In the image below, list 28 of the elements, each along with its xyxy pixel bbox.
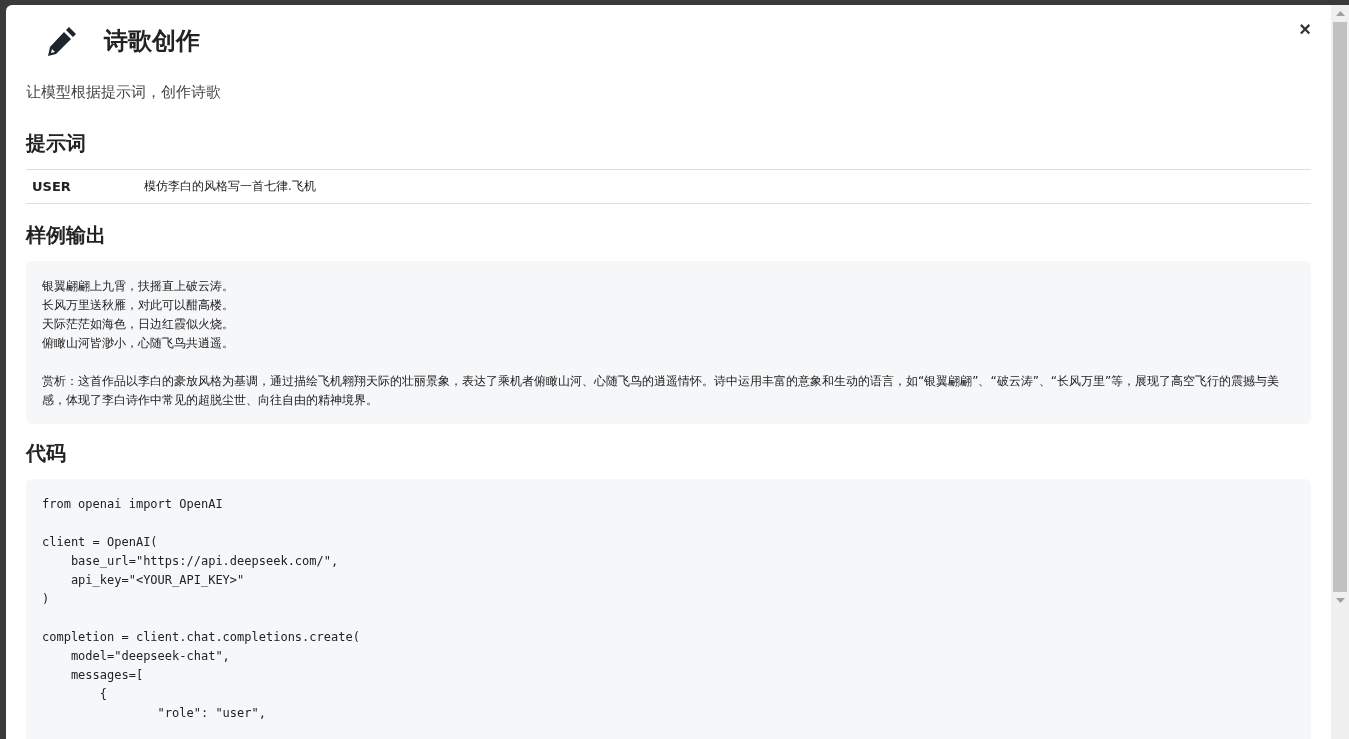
code-line: messages=[ [69,668,144,682]
code-line: ) [42,592,50,606]
close-button[interactable]: × [1295,19,1315,39]
scroll-up-icon[interactable] [1335,11,1345,16]
section-heading: 代码 [26,440,67,467]
section-heading: 样例输出 [26,222,107,249]
scrollbar[interactable] [1331,5,1349,739]
code-line: "role": "user", [156,706,266,720]
code-line: completion = client.chat.completions.create( [42,630,360,644]
code-line: client = OpenAI( [42,535,158,549]
poem-line: 俯瞰山河皆渺小，心随飞鸟共逍遥。 [42,335,235,352]
poem-line: 天际茫茫如海色，日边红霞似火烧。 [42,316,235,333]
description: 让模型根据提示词，创作诗歌 [26,83,222,102]
prompt-text: 模仿李白的风格写一首七律.飞机 [144,179,316,193]
code-line: model="deepseek-chat", [69,649,230,663]
code-line: from openai import OpenAI [42,497,223,511]
code-line: api_key="<YOUR_API_KEY>" [69,573,245,587]
role-label: USER [32,179,71,194]
pencil-icon [46,25,78,57]
poem-line: 银翼翩翩上九霄，扶摇直上破云涛。 [42,278,235,295]
scroll-down-icon[interactable] [1335,598,1345,603]
poem-line: 长风万里送秋雁，对此可以酣高楼。 [42,297,235,314]
code-line: base_url="https://api.deepseek.com/", [69,554,339,568]
dialog-title: 诗歌创作 [104,26,200,57]
section-heading: 提示词 [26,130,87,157]
code-line: { [98,687,108,701]
scrollbar-thumb[interactable] [1333,22,1347,592]
analysis-paragraph: 赏析：这首作品以李白的豪放风格为基调，通过描绘飞机翱翔天际的壮丽景象，表达了乘机者俯瞰山河、心随飞鸟的逍遥情怀。诗中运用丰富的意象和生动的语言，如“银翼翩翩”、“破云涛”、“长风万里”等，展现了高空飞行的震撼与美感，体现了李白诗作中常见的超脱尘世、向往自由的精神境界。 [42,373,1281,409]
